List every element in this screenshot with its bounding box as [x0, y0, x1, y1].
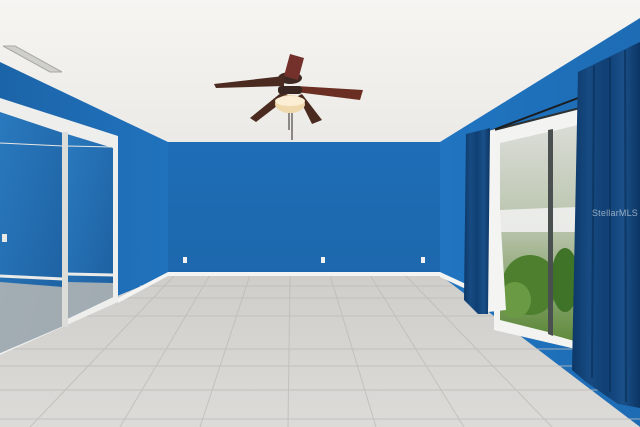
wall-outlet-icon [321, 257, 325, 263]
empty-room-photo: StellarMLS [0, 0, 640, 427]
back-baseboard [168, 272, 440, 276]
left-curtain [464, 128, 490, 314]
room-illustration [0, 0, 640, 427]
wall-outlet-icon [183, 257, 187, 263]
back-wall [168, 142, 440, 275]
wall-outlet-icon [421, 257, 425, 263]
right-curtain [572, 42, 640, 408]
sliding-glass-door [493, 107, 581, 350]
